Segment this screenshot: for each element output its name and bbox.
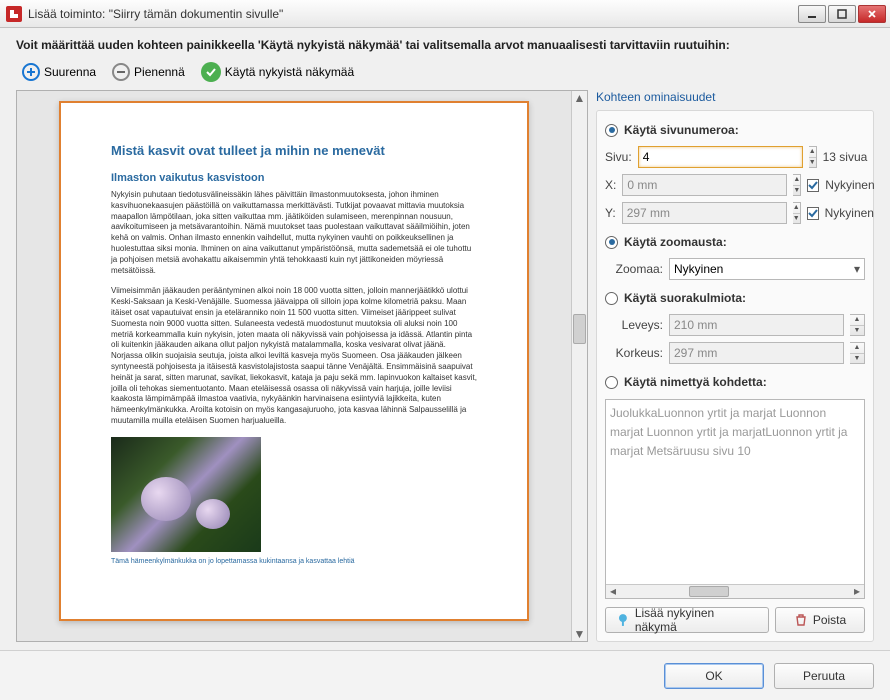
trash-icon — [794, 613, 808, 627]
label-height: Korkeus: — [605, 346, 663, 360]
width-input — [669, 314, 844, 336]
zoom-combo-value: Nykyinen — [674, 262, 723, 276]
x-input — [622, 174, 787, 196]
preview-scroll[interactable]: Mistä kasvit ovat tulleet ja mihin ne me… — [17, 91, 571, 641]
x-spinner: ▲▼ — [793, 174, 801, 196]
cancel-button[interactable]: Peruuta — [774, 663, 874, 689]
delete-button[interactable]: Poista — [775, 607, 865, 633]
named-targets-list[interactable]: JuolukkaLuonnon yrtit ja marjat Luonnon … — [605, 399, 865, 599]
scroll-thumb[interactable] — [573, 314, 586, 344]
height-spinner: ▲▼ — [850, 342, 865, 364]
doc-photo — [111, 437, 261, 552]
doc-heading: Mistä kasvit ovat tulleet ja mihin ne me… — [111, 143, 477, 158]
check-icon — [201, 62, 221, 82]
ok-button[interactable]: OK — [664, 663, 764, 689]
x-current-label: Nykyinen — [825, 178, 874, 192]
scroll-down-icon[interactable]: ▼ — [573, 627, 587, 641]
window-title: Lisää toiminto: "Siirry tämän dokumentin… — [28, 7, 798, 21]
preview-pane: Mistä kasvit ovat tulleet ja mihin ne me… — [16, 90, 588, 642]
zoom-combo[interactable]: Nykyinen ▾ — [669, 258, 865, 280]
use-current-label: Käytä nykyistä näkymää — [225, 65, 354, 79]
y-current-label: Nykyinen — [825, 206, 874, 220]
radio-use-rectangle-label: Käytä suorakulmiota: — [624, 291, 746, 305]
width-spinner: ▲▼ — [850, 314, 865, 336]
title-bar: Lisää toiminto: "Siirry tämän dokumentin… — [0, 0, 890, 28]
zoom-out-label: Pienennä — [134, 65, 185, 79]
hscroll-thumb[interactable] — [689, 586, 729, 597]
x-current-checkbox[interactable] — [807, 179, 819, 192]
zoom-in-label: Suurenna — [44, 65, 96, 79]
maximize-button[interactable] — [828, 5, 856, 23]
label-x: X: — [605, 178, 616, 192]
close-button[interactable] — [858, 5, 886, 23]
pin-icon — [616, 613, 630, 627]
minus-icon — [112, 63, 130, 81]
radio-use-page-label: Käytä sivunumeroa: — [624, 123, 739, 137]
scroll-up-icon[interactable]: ▲ — [573, 91, 587, 105]
y-spinner: ▲▼ — [793, 202, 801, 224]
y-current-checkbox[interactable] — [807, 207, 819, 220]
page-number-input[interactable] — [638, 146, 803, 168]
zoom-out-button[interactable]: Pienennä — [106, 61, 191, 83]
doc-para-2: Viimeisimmän jääkauden perääntyminen alk… — [111, 286, 477, 426]
minimize-button[interactable] — [798, 5, 826, 23]
label-page: Sivu: — [605, 150, 632, 164]
radio-use-named-target[interactable] — [605, 376, 618, 389]
label-zoom: Zoomaa: — [605, 262, 663, 276]
y-input — [622, 202, 787, 224]
page-total-label: 13 sivua — [823, 150, 868, 164]
app-icon — [6, 6, 22, 22]
doc-para-1: Nykyisin puhutaan tiedotusvälineissäkin … — [111, 190, 477, 276]
doc-subheading: Ilmaston vaikutus kasvistoon — [111, 172, 477, 184]
vertical-scrollbar[interactable]: ▲ ▼ — [571, 91, 587, 641]
doc-caption: Tämä hämeenkylmänkukka on jo lopettamass… — [111, 558, 477, 565]
instruction-text: Voit määrittää uuden kohteen painikkeell… — [16, 38, 874, 52]
scroll-left-icon[interactable]: ◂ — [606, 582, 620, 599]
page-preview[interactable]: Mistä kasvit ovat tulleet ja mihin ne me… — [59, 101, 529, 621]
plus-icon — [22, 63, 40, 81]
zoom-in-button[interactable]: Suurenna — [16, 61, 102, 83]
radio-use-zoom[interactable] — [605, 236, 618, 249]
height-input — [669, 342, 844, 364]
radio-use-page-number[interactable] — [605, 124, 618, 137]
page-spinner[interactable]: ▲▼ — [809, 146, 817, 168]
radio-use-named-label: Käytä nimettyä kohdetta: — [624, 375, 767, 389]
properties-panel: Käytä sivunumeroa: Sivu: ▲▼ 13 sivua X: … — [596, 110, 874, 642]
use-current-view-button[interactable]: Käytä nykyistä näkymää — [195, 60, 360, 84]
chevron-down-icon: ▾ — [854, 262, 860, 276]
add-current-view-label: Lisää nykyinen näkymä — [635, 606, 758, 634]
label-width: Leveys: — [605, 318, 663, 332]
zoom-toolbar: Suurenna Pienennä Käytä nykyistä näkymää — [16, 60, 874, 84]
scroll-right-icon[interactable]: ▸ — [850, 582, 864, 599]
horizontal-scrollbar[interactable]: ◂ ▸ — [606, 584, 864, 598]
radio-use-zoom-label: Käytä zoomausta: — [624, 235, 727, 249]
side-title: Kohteen ominaisuudet — [596, 90, 874, 104]
radio-use-rectangle[interactable] — [605, 292, 618, 305]
add-current-view-button[interactable]: Lisää nykyinen näkymä — [605, 607, 769, 633]
delete-label: Poista — [813, 613, 846, 627]
label-y: Y: — [605, 206, 616, 220]
named-targets-text: JuolukkaLuonnon yrtit ja marjat Luonnon … — [610, 404, 860, 462]
